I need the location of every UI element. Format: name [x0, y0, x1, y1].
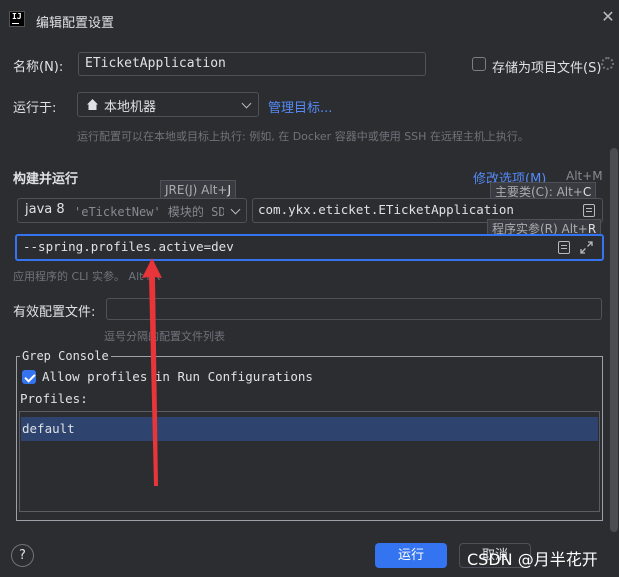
gear-icon[interactable]: [601, 57, 614, 70]
main-class-tooltip-key: C: [582, 185, 592, 199]
jdk-value: java 8: [25, 202, 65, 217]
run-on-label: 运行于:: [13, 101, 57, 116]
active-profiles-label: 有效配置文件:: [13, 305, 96, 320]
profiles-list[interactable]: default: [19, 411, 600, 512]
help-button[interactable]: ?: [11, 544, 34, 567]
jdk-dropdown[interactable]: java 8 'eTicketNew' 模块的 SDK: [17, 198, 247, 223]
name-field[interactable]: ETicketApplication: [78, 52, 426, 76]
list-item[interactable]: default: [21, 417, 598, 441]
allow-profiles-label: Allow profiles in Run Configurations: [42, 369, 313, 384]
home-icon: [87, 99, 98, 110]
edit-args-icon[interactable]: [558, 241, 570, 254]
jdk-detail: 'eTicketNew' 模块的 SDK: [74, 205, 224, 219]
program-args-value: --spring.profiles.active=dev: [23, 239, 234, 254]
run-target-dropdown[interactable]: 本地机器: [77, 92, 259, 117]
name-value: ETicketApplication: [85, 56, 226, 71]
active-profiles-field[interactable]: [106, 298, 602, 320]
chevron-down-icon: [241, 98, 252, 109]
program-args-hint: 应用程序的 CLI 实参。 Alt+R: [13, 270, 161, 283]
main-class-tooltip-label: 主要类(C): Alt+: [495, 185, 583, 199]
jre-tooltip-key: J: [227, 183, 232, 197]
close-icon[interactable]: ✕: [600, 9, 616, 25]
app-logo-icon: IJ: [9, 11, 25, 27]
watermark: CSDN @月半花开: [467, 550, 598, 569]
run-button[interactable]: 运行: [375, 543, 447, 568]
chevron-down-icon: [230, 204, 241, 215]
store-as-project-file-checkbox[interactable]: [472, 57, 486, 71]
jre-tooltip: JRE(J) Alt+J: [160, 180, 237, 199]
active-profiles-hint: 逗号分隔的配置文件列表: [104, 330, 225, 343]
grep-console-title: Grep Console: [20, 349, 111, 363]
main-class-value: com.ykx.eticket.ETicketApplication: [258, 202, 514, 217]
jre-tooltip-label: JRE(J) Alt+: [165, 183, 228, 197]
run-on-hint: 运行配置可以在本地或目标上执行: 例如, 在 Docker 容器中或使用 SSH…: [77, 130, 529, 143]
profiles-label: Profiles:: [20, 391, 88, 406]
run-target-value: 本地机器: [104, 100, 157, 115]
allow-profiles-checkbox[interactable]: [22, 370, 36, 384]
build-run-section-title: 构建并运行: [13, 172, 79, 187]
modify-options-shortcut: Alt+M: [566, 169, 603, 183]
manage-targets-link[interactable]: 管理目标...: [268, 97, 332, 116]
annotation-arrow: [142, 258, 162, 486]
profile-item-label: default: [22, 421, 75, 436]
dialog-scrollbar[interactable]: [610, 148, 618, 532]
dialog-title: 编辑配置设置: [36, 16, 115, 31]
expand-icon[interactable]: [580, 241, 593, 254]
program-args-field[interactable]: --spring.profiles.active=dev: [15, 234, 604, 261]
store-as-project-file-label: 存储为项目文件(S): [492, 61, 602, 76]
browse-class-icon[interactable]: [583, 204, 595, 217]
name-label: 名称(N):: [13, 60, 64, 75]
